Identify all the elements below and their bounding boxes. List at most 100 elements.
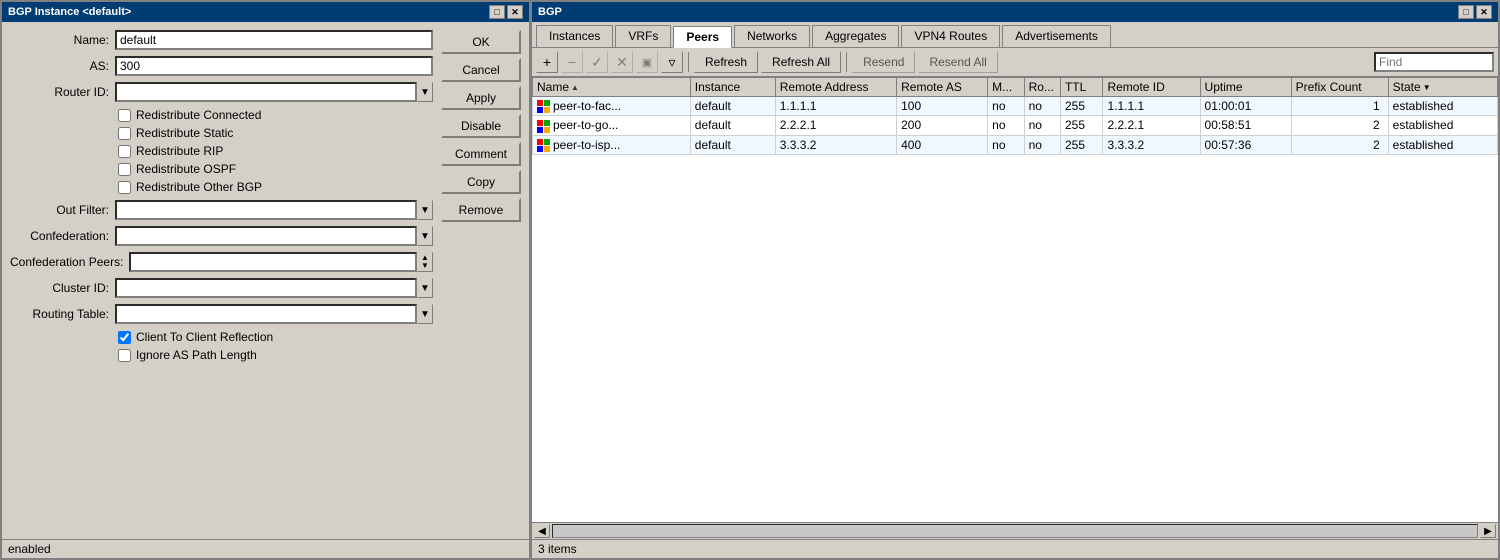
right-minimize-btn[interactable]: □ (1458, 5, 1474, 19)
table-container: Name ▲ Instance Remote Address Remote AS… (532, 77, 1498, 522)
cell-instance: default (690, 116, 775, 135)
col-header-name[interactable]: Name ▲ (533, 78, 691, 97)
cluster-id-input[interactable] (115, 278, 417, 298)
out-filter-row: Out Filter: ▼ (10, 200, 433, 220)
refresh-btn[interactable]: Refresh (694, 51, 758, 73)
left-minimize-btn[interactable]: □ (489, 5, 505, 19)
out-filter-dropdown-btn[interactable]: ▼ (417, 200, 433, 220)
refresh-all-btn[interactable]: Refresh All (761, 51, 841, 73)
cell-ttl: 255 (1060, 135, 1102, 154)
peer-icon (537, 100, 550, 113)
cell-instance: default (690, 97, 775, 116)
copy-tool-btn[interactable]: ▣ (636, 51, 658, 73)
remove-button[interactable]: Remove (441, 198, 521, 222)
col-header-remote-address[interactable]: Remote Address (775, 78, 896, 97)
router-id-dropdown-btn[interactable]: ▼ (417, 82, 433, 102)
ok-button[interactable]: OK (441, 30, 521, 54)
confederation-dropdown-btn[interactable]: ▼ (417, 226, 433, 246)
confederation-peers-field: ▲▼ (129, 252, 433, 272)
cluster-id-label: Cluster ID: (10, 281, 115, 295)
redist-static-check[interactable] (118, 127, 131, 140)
routing-table-input[interactable] (115, 304, 417, 324)
remove-btn[interactable]: − (561, 51, 583, 73)
disable-button[interactable]: Disable (441, 114, 521, 138)
cell-uptime: 01:00:01 (1200, 97, 1291, 116)
out-filter-input[interactable] (115, 200, 417, 220)
find-input[interactable] (1374, 52, 1494, 72)
confederation-peers-row: Confederation Peers: ▲▼ (10, 252, 433, 272)
cell-ttl: 255 (1060, 116, 1102, 135)
scroll-track[interactable] (552, 524, 1478, 538)
left-titlebar-buttons: □ ✕ (489, 5, 523, 19)
col-header-m[interactable]: M... (988, 78, 1024, 97)
routing-table-label: Routing Table: (10, 307, 115, 321)
table-row[interactable]: peer-to-go... default 2.2.2.1 200 no no … (533, 116, 1498, 135)
right-close-btn[interactable]: ✕ (1476, 5, 1492, 19)
cell-name: peer-to-go... (533, 116, 691, 135)
table-body: peer-to-fac... default 1.1.1.1 100 no no… (533, 97, 1498, 155)
as-input[interactable] (115, 56, 433, 76)
ignore-as-path-label: Ignore AS Path Length (136, 348, 257, 362)
cell-remote-as: 400 (897, 135, 988, 154)
cancel-x-btn[interactable]: ✕ (611, 51, 633, 73)
col-header-state[interactable]: State ▼ (1388, 78, 1497, 97)
cell-prefix-count: 2 (1291, 116, 1388, 135)
col-header-remote-as[interactable]: Remote AS (897, 78, 988, 97)
cell-remote-id: 2.2.2.1 (1103, 116, 1200, 135)
tab-networks[interactable]: Networks (734, 25, 810, 47)
left-close-btn[interactable]: ✕ (507, 5, 523, 19)
scroll-left-btn[interactable]: ◀ (534, 524, 550, 538)
redist-rip-check[interactable] (118, 145, 131, 158)
tab-vpn4-routes[interactable]: VPN4 Routes (901, 25, 1000, 47)
add-btn[interactable]: + (536, 51, 558, 73)
cluster-id-dropdown-btn[interactable]: ▼ (417, 278, 433, 298)
cell-remote-address: 1.1.1.1 (775, 97, 896, 116)
tab-peers[interactable]: Peers (673, 26, 732, 48)
table-row[interactable]: peer-to-fac... default 1.1.1.1 100 no no… (533, 97, 1498, 116)
tab-advertisements[interactable]: Advertisements (1002, 25, 1111, 47)
redist-ospf-check[interactable] (118, 163, 131, 176)
toolbar: + − ✓ ✕ ▣ ▿ Refresh Refresh All Resend R… (532, 48, 1498, 77)
resend-all-btn[interactable]: Resend All (918, 51, 997, 73)
routing-table-dropdown-btn[interactable]: ▼ (417, 304, 433, 324)
cell-name: peer-to-fac... (533, 97, 691, 116)
scroll-right-btn[interactable]: ▶ (1480, 524, 1496, 538)
right-status: 3 items (532, 539, 1498, 558)
left-panel: BGP Instance <default> □ ✕ Name: AS: (0, 0, 530, 560)
router-id-field: ▼ (115, 82, 433, 102)
left-status: enabled (2, 539, 529, 558)
tab-vrfs[interactable]: VRFs (615, 25, 671, 47)
comment-button[interactable]: Comment (441, 142, 521, 166)
col-header-remote-id[interactable]: Remote ID (1103, 78, 1200, 97)
client-reflection-check[interactable] (118, 331, 131, 344)
table-row[interactable]: peer-to-isp... default 3.3.3.2 400 no no… (533, 135, 1498, 154)
tab-instances[interactable]: Instances (536, 25, 613, 47)
redist-connected-check[interactable] (118, 109, 131, 122)
resend-btn[interactable]: Resend (852, 51, 915, 73)
redist-ospf-label: Redistribute OSPF (136, 162, 236, 176)
filter-btn[interactable]: ▿ (661, 51, 683, 73)
confederation-input[interactable] (115, 226, 417, 246)
cancel-button[interactable]: Cancel (441, 58, 521, 82)
col-header-prefix-count[interactable]: Prefix Count (1291, 78, 1388, 97)
col-header-ro[interactable]: Ro... (1024, 78, 1060, 97)
confederation-peers-input[interactable] (129, 252, 417, 272)
copy-button[interactable]: Copy (441, 170, 521, 194)
col-header-uptime[interactable]: Uptime (1200, 78, 1291, 97)
router-id-input[interactable] (115, 82, 417, 102)
check-btn[interactable]: ✓ (586, 51, 608, 73)
confederation-peers-updown-btn[interactable]: ▲▼ (417, 252, 433, 272)
confederation-label: Confederation: (10, 229, 115, 243)
apply-button[interactable]: Apply (441, 86, 521, 110)
tab-aggregates[interactable]: Aggregates (812, 25, 899, 47)
col-header-ttl[interactable]: TTL (1060, 78, 1102, 97)
redist-static-label: Redistribute Static (136, 126, 233, 140)
routing-table-row: Routing Table: ▼ (10, 304, 433, 324)
redist-connected-row: Redistribute Connected (10, 108, 433, 122)
redist-other-bgp-check[interactable] (118, 181, 131, 194)
name-input[interactable] (115, 30, 433, 50)
router-id-row: Router ID: ▼ (10, 82, 433, 102)
routing-table-field: ▼ (115, 304, 433, 324)
ignore-as-path-check[interactable] (118, 349, 131, 362)
col-header-instance[interactable]: Instance (690, 78, 775, 97)
